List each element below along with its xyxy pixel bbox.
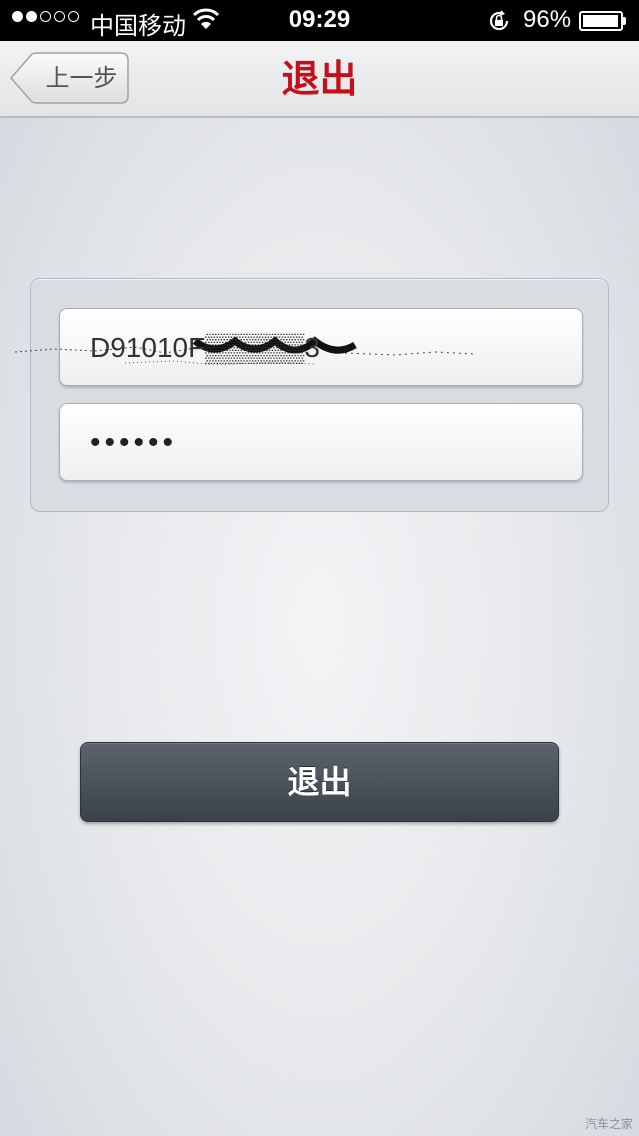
back-button[interactable]: 上一步 [10, 52, 129, 104]
battery-icon [579, 11, 623, 31]
credentials-card: D91010F▒▒▒▒▒3 •••••• [15, 278, 609, 512]
navigation-bar: 退出 上一步 [0, 41, 639, 118]
username-value: D91010F▒▒▒▒▒3 [90, 332, 320, 363]
rotation-lock-icon [489, 10, 509, 31]
password-value: •••••• [90, 426, 178, 459]
back-button-label: 上一步 [45, 64, 118, 92]
status-bar: 中国移动 09:29 96% [0, 0, 639, 41]
logout-button[interactable]: 退出 [80, 742, 559, 822]
password-field[interactable]: •••••• [59, 403, 583, 481]
battery-percent: 96% [523, 6, 572, 33]
username-field[interactable]: D91010F▒▒▒▒▒3 [15, 308, 583, 386]
battery-tip [623, 17, 626, 25]
watermark: 汽车之家 [584, 1117, 633, 1131]
